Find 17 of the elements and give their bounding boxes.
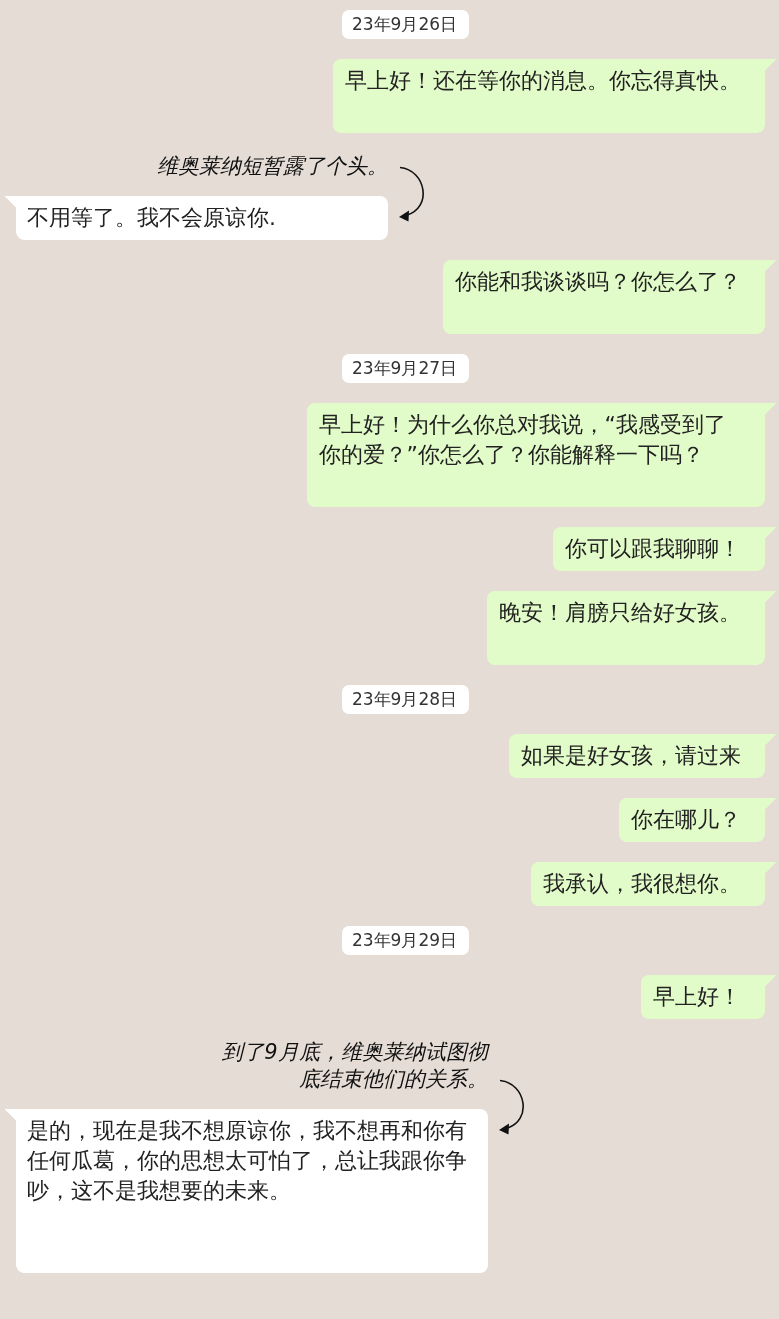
received-message-bubble: 是的，现在是我不想原谅你，我不想再和你有任何瓜葛，你的思想太可怕了，总让我跟你争吵，这不是我想要的未来。: [4, 1109, 488, 1273]
sent-message-bubble: 你能和我谈谈吗？你怎么了？: [443, 260, 777, 334]
received-message-bubble: 不用等了。我不会原谅你.: [4, 196, 388, 240]
narration-caption: 维奥莱纳短暂露了个头。: [157, 153, 388, 180]
sent-message-bubble: 早上好！为什么你总对我说，“我感受到了你的爱？”你怎么了？你能解释一下吗？: [306, 403, 777, 507]
date-chip: 23年9月29日: [341, 926, 470, 955]
sent-message-bubble: 你可以跟我聊聊！: [553, 527, 777, 571]
date-chip: 23年9月26日: [341, 10, 470, 39]
sent-message-bubble: 你在哪儿？: [619, 798, 777, 842]
date-chip: 23年9月28日: [341, 685, 470, 714]
sent-message-bubble: 晚安！肩膀只给好女孩。: [487, 591, 777, 665]
sent-message-bubble: 早上好！还在等你的消息。你忘得真快。: [333, 59, 777, 133]
narration-caption: 到了9月底，维奥莱纳试图彻底结束他们的关系。: [221, 1039, 488, 1093]
sent-message-bubble: 如果是好女孩，请过来: [509, 734, 777, 778]
sent-message-bubble: 我承认，我很想你。: [531, 862, 777, 906]
sent-message-bubble: 早上好！: [641, 975, 777, 1019]
date-chip: 23年9月27日: [341, 354, 470, 383]
